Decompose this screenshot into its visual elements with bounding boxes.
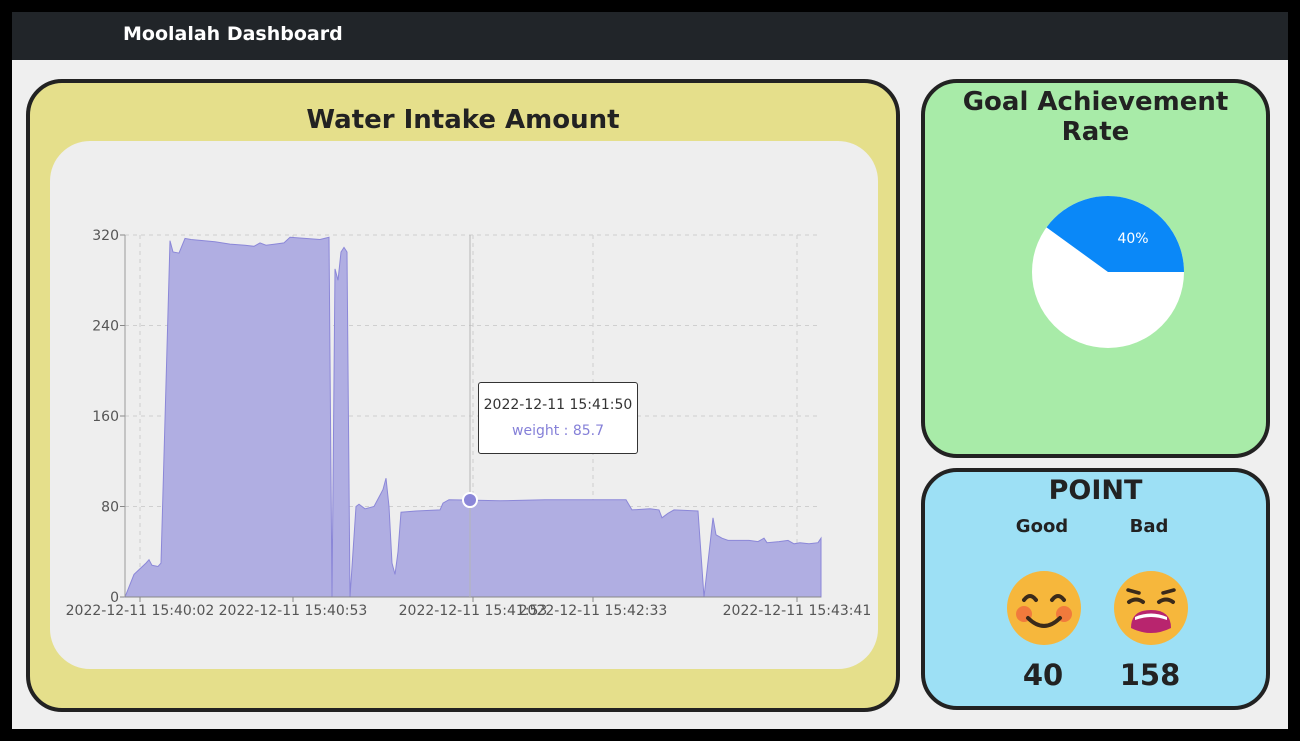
- chart-tooltip: 2022-12-11 15:41:50 weight : 85.7: [478, 382, 638, 454]
- bad-label: Bad: [1129, 516, 1169, 537]
- point-card: POINT Good Bad 40 158: [921, 468, 1270, 710]
- bad-value: 158: [1119, 658, 1181, 692]
- app-frame: Moolalah Dashboard Water Intake Amount 0…: [12, 12, 1288, 729]
- brand-title[interactable]: Moolalah Dashboard: [123, 23, 343, 45]
- water-chart-panel: 0 80 160 240 320 2022-12-11 15:40:02 2022-12-1…: [50, 141, 878, 669]
- y-tick-label: 80: [101, 500, 119, 516]
- top-navbar: Moolalah Dashboard: [12, 12, 1288, 60]
- x-tick-label: 2022-12-11 15:42:33: [519, 603, 668, 619]
- point-title: POINT: [1048, 475, 1143, 506]
- x-tick-label: 2022-12-11 15:40:53: [219, 603, 368, 619]
- tooltip-date: 2022-12-11 15:41:50: [483, 397, 633, 413]
- y-tick-label: 240: [92, 319, 119, 335]
- goal-title: Goal Achievement Rate: [962, 87, 1229, 147]
- goal-pie-chart[interactable]: 40%: [1028, 192, 1188, 352]
- x-tick-label: 2022-12-11 15:43:41: [723, 603, 872, 619]
- x-tick-label: 2022-12-11 15:40:02: [66, 603, 215, 619]
- distressed-face-icon: [1111, 568, 1191, 648]
- water-intake-chart[interactable]: 0801602403202022-12-11 15:40:02 2022-12-1…: [50, 141, 878, 669]
- goal-achievement-card: Goal Achievement Rate 40%: [921, 79, 1270, 458]
- y-tick-label: 160: [92, 409, 119, 425]
- y-tick-label: 320: [92, 228, 119, 244]
- water-intake-card: Water Intake Amount 0 80 160 240 320 2022-12-…: [26, 79, 900, 712]
- tooltip-value: weight : 85.7: [512, 423, 604, 439]
- good-label: Good: [1015, 516, 1069, 537]
- smiling-face-icon: [1004, 568, 1084, 648]
- highlight-point[interactable]: [462, 492, 478, 509]
- good-value: 40: [1022, 658, 1064, 692]
- water-intake-title: Water Intake Amount: [306, 105, 620, 135]
- pie-percent-label: 40%: [1117, 231, 1148, 247]
